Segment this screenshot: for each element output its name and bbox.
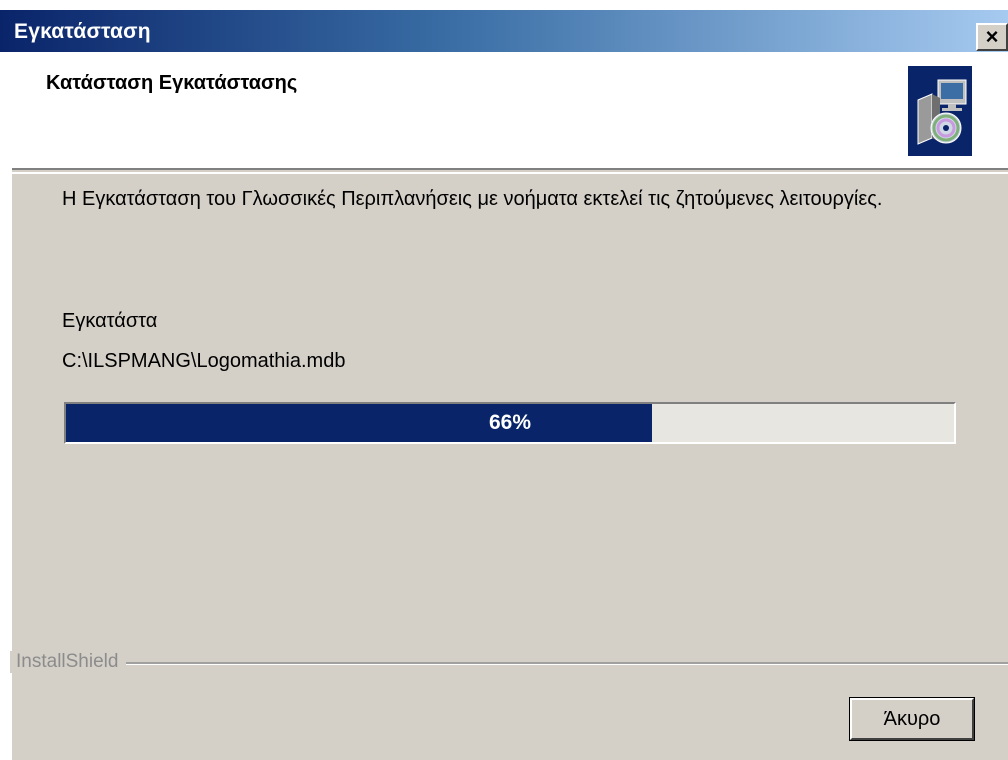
dialog-header: Κατάσταση Εγκατάστασης	[12, 52, 1008, 170]
header-title: Κατάσταση Εγκατάστασης	[46, 72, 298, 94]
cancel-button[interactable]: Άκυρο	[849, 697, 975, 741]
title-bar[interactable]: Εγκατάσταση ×	[0, 10, 1008, 52]
installshield-brand: InstallShield	[10, 651, 127, 673]
current-file-path: C:\ILSPMANG\Logomathia.mdb	[62, 350, 346, 372]
progress-percent-label: 66%	[488, 411, 532, 434]
window-title: Εγκατάσταση	[14, 20, 151, 43]
progress-bar: 66%	[64, 402, 956, 444]
footer-divider	[12, 662, 1008, 665]
close-icon: ×	[985, 24, 999, 49]
current-action: Εγκατάστα	[62, 310, 158, 332]
close-button[interactable]: ×	[976, 23, 1008, 51]
installer-disc-computer-icon	[908, 66, 972, 156]
status-description: Η Εγκατάσταση του Γλωσσικές Περιπλανήσει…	[62, 188, 883, 210]
header-divider	[12, 172, 1008, 174]
